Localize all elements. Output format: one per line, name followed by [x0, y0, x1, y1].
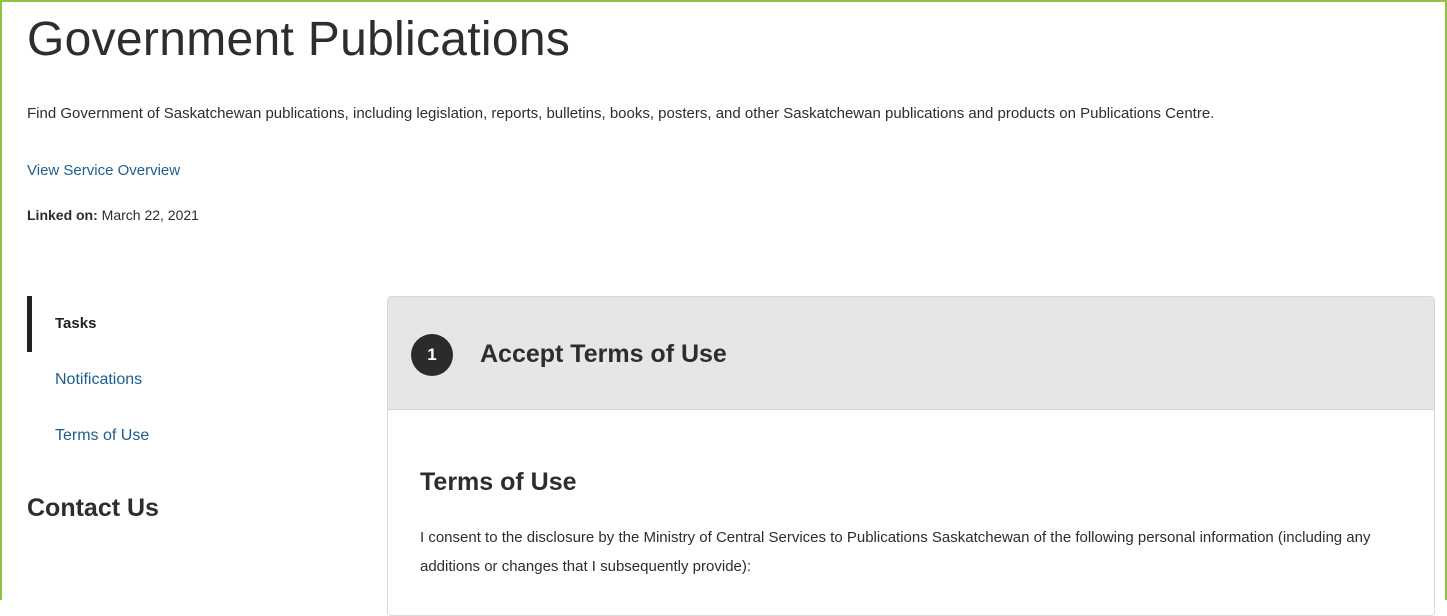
side-navigation: Tasks Notifications Terms of Use: [27, 296, 327, 464]
step-title: Accept Terms of Use: [480, 340, 727, 368]
contact-us-heading: Contact Us: [27, 494, 159, 522]
task-card-header: 1 Accept Terms of Use: [388, 297, 1434, 410]
page-title: Government Publications: [27, 13, 571, 66]
step-number-badge: 1: [411, 334, 453, 376]
linked-on-label: Linked on:: [27, 207, 98, 223]
linked-on-info: Linked on: March 22, 2021: [27, 204, 199, 226]
sidebar-item-notifications[interactable]: Notifications: [27, 352, 327, 408]
terms-of-use-heading: Terms of Use: [420, 468, 577, 496]
sidebar-item-tasks[interactable]: Tasks: [27, 296, 327, 352]
linked-on-date: March 22, 2021: [101, 207, 199, 223]
task-card: 1 Accept Terms of Use Terms of Use I con…: [387, 296, 1435, 616]
sidebar-item-terms-of-use[interactable]: Terms of Use: [27, 408, 327, 464]
terms-body-text: I consent to the disclosure by the Minis…: [420, 529, 1371, 575]
service-description: Find Government of Saskatchewan publicat…: [27, 105, 1215, 122]
view-service-overview-link[interactable]: View Service Overview: [27, 159, 180, 183]
page-frame: Government Publications Find Government …: [0, 0, 1447, 616]
